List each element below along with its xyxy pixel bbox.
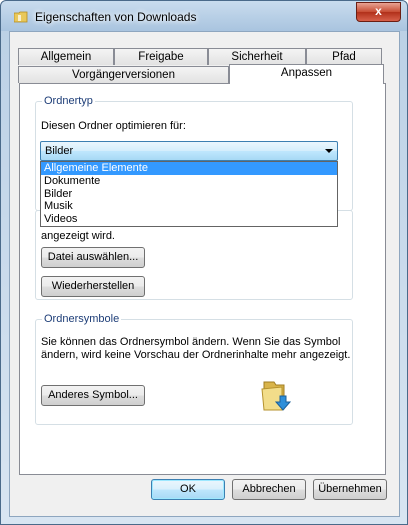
folder-picture-text: angezeigt wird.: [41, 230, 115, 242]
properties-window: Eigenschaften von Downloads x Allgemein …: [0, 0, 408, 525]
ordnersymbole-group: Ordnersymbole: [35, 313, 353, 425]
title-bar[interactable]: Eigenschaften von Downloads x: [1, 1, 407, 31]
icon-description-line2: ändern, wird keine Vorschau der Ordnerin…: [41, 349, 351, 361]
folder-type-dropdown[interactable]: Allgemeine Elemente Dokumente Bilder Mus…: [40, 161, 338, 227]
folder-icon: [14, 11, 28, 23]
dialog-client-area: Allgemein Freigabe Sicherheit Pfad Vorgä…: [9, 31, 400, 517]
apply-button[interactable]: Übernehmen: [313, 479, 387, 500]
tab-pfad[interactable]: Pfad: [306, 48, 382, 65]
tab-sicherheit[interactable]: Sicherheit: [208, 48, 306, 65]
tab-vorgaengerversionen[interactable]: Vorgängerversionen: [18, 66, 229, 83]
tab-allgemein[interactable]: Allgemein: [18, 48, 114, 65]
folder-download-icon: [261, 381, 292, 411]
ordnersymbole-legend: Ordnersymbole: [42, 313, 122, 325]
dropdown-option-dokumente[interactable]: Dokumente: [41, 175, 337, 188]
change-icon-button[interactable]: Anderes Symbol...: [41, 385, 145, 406]
cancel-button[interactable]: Abbrechen: [232, 479, 306, 500]
tab-panel-anpassen: Ordnertyp Diesen Ordner optimieren für: …: [19, 83, 386, 475]
dropdown-option-allgemeine-elemente[interactable]: Allgemeine Elemente: [41, 162, 337, 175]
dropdown-option-bilder[interactable]: Bilder: [41, 188, 337, 201]
choose-file-button[interactable]: Datei auswählen...: [41, 247, 145, 268]
restore-button[interactable]: Wiederherstellen: [41, 276, 145, 297]
tab-anpassen[interactable]: Anpassen: [229, 64, 384, 84]
folder-type-select[interactable]: Bilder: [40, 141, 338, 161]
ok-button[interactable]: OK: [151, 479, 225, 500]
dropdown-option-musik[interactable]: Musik: [41, 200, 337, 213]
ordnertyp-legend: Ordnertyp: [42, 95, 95, 107]
window-title: Eigenschaften von Downloads: [35, 10, 197, 24]
dropdown-option-videos[interactable]: Videos: [41, 213, 337, 226]
tab-freigabe[interactable]: Freigabe: [114, 48, 208, 65]
optimize-prompt: Diesen Ordner optimieren für:: [41, 120, 186, 132]
close-button[interactable]: x: [356, 2, 401, 22]
chevron-down-icon[interactable]: [325, 149, 333, 153]
folder-type-selected: Bilder: [45, 145, 74, 157]
icon-description-line1: Sie können das Ordnersymbol ändern. Wenn…: [41, 336, 341, 348]
